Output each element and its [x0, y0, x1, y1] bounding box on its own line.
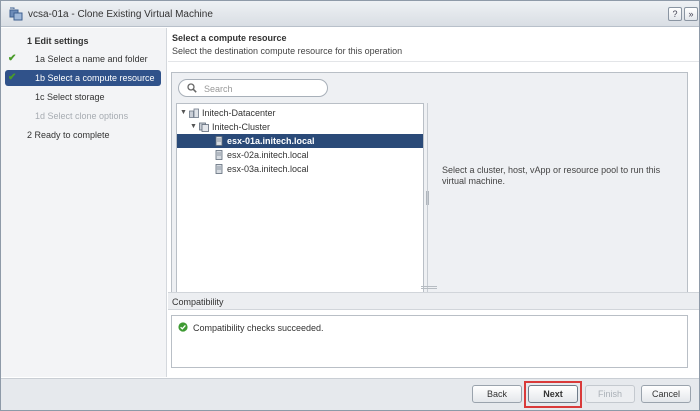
horizontal-resize-handle[interactable] — [421, 286, 437, 289]
cluster-icon — [199, 122, 209, 132]
main-content: Select a compute resource Select the des… — [168, 28, 699, 377]
step-select-compute-resource[interactable]: ✔ 1b Select a compute resource — [5, 70, 161, 86]
step-ready-to-complete[interactable]: 2 Ready to complete — [5, 127, 161, 143]
clone-vm-dialog: vcsa-01a - Clone Existing Virtual Machin… — [0, 0, 700, 411]
step-complete-check-icon: ✔ — [8, 53, 17, 64]
dialog-footer: Back Next Finish Cancel — [1, 378, 699, 410]
host-icon — [215, 150, 223, 160]
compatibility-title: Compatibility — [172, 297, 224, 307]
page-subtitle: Select the destination compute resource … — [172, 46, 403, 56]
resource-tree: ▼ Initech-Datacenter ▼ Initech-Cluster e… — [176, 103, 424, 303]
header-divider — [168, 61, 699, 62]
title-bar: vcsa-01a - Clone Existing Virtual Machin… — [1, 1, 699, 27]
panel-splitter[interactable] — [427, 103, 428, 307]
compatibility-box: Compatibility checks succeeded. — [171, 315, 688, 368]
step-select-storage[interactable]: 1c Select storage — [5, 89, 161, 105]
expand-triangle-icon[interactable]: ▼ — [180, 106, 187, 120]
success-check-icon — [178, 322, 188, 332]
resource-instructions: Select a cluster, host, vApp or resource… — [442, 165, 661, 186]
page-title: Select a compute resource — [172, 33, 287, 43]
splitter-grip-handle[interactable] — [426, 191, 429, 205]
tree-node-host-esx03a[interactable]: esx-03a.initech.local — [177, 162, 423, 176]
tree-node-host-esx01a[interactable]: esx-01a.initech.local — [177, 134, 423, 148]
tree-node-cluster[interactable]: ▼ Initech-Cluster — [177, 120, 423, 134]
step-complete-check-icon: ✔ — [8, 72, 17, 83]
host-icon — [215, 164, 223, 174]
search-placeholder: Search — [204, 84, 233, 94]
finish-button: Finish — [585, 385, 635, 403]
compute-resource-panel: Search ▼ Initech-Datacenter ▼ Initech-Cl… — [171, 72, 688, 307]
next-button[interactable]: Next — [528, 385, 578, 403]
compatibility-message: Compatibility checks succeeded. — [193, 323, 324, 333]
expand-triangle-icon[interactable]: ▼ — [190, 120, 197, 134]
step-edit-settings: 1 Edit settings — [27, 36, 89, 46]
datacenter-icon — [189, 108, 199, 118]
wizard-steps-sidebar: 1 Edit settings ✔ 1a Select a name and f… — [1, 28, 167, 377]
window-title: vcsa-01a - Clone Existing Virtual Machin… — [28, 9, 213, 20]
tree-node-datacenter[interactable]: ▼ Initech-Datacenter — [177, 106, 423, 120]
search-input[interactable]: Search — [178, 79, 328, 97]
step-select-clone-options: 1d Select clone options — [35, 111, 129, 121]
help-button[interactable]: ? — [668, 7, 682, 21]
back-button[interactable]: Back — [472, 385, 522, 403]
step-select-name-folder[interactable]: ✔ 1a Select a name and folder — [5, 51, 161, 67]
expand-button[interactable]: » — [684, 7, 698, 21]
host-icon — [215, 136, 223, 146]
cancel-button[interactable]: Cancel — [641, 385, 691, 403]
search-icon — [187, 83, 197, 93]
tree-node-host-esx02a[interactable]: esx-02a.initech.local — [177, 148, 423, 162]
compatibility-header: Compatibility — [168, 292, 699, 310]
vm-clone-icon — [9, 7, 23, 21]
